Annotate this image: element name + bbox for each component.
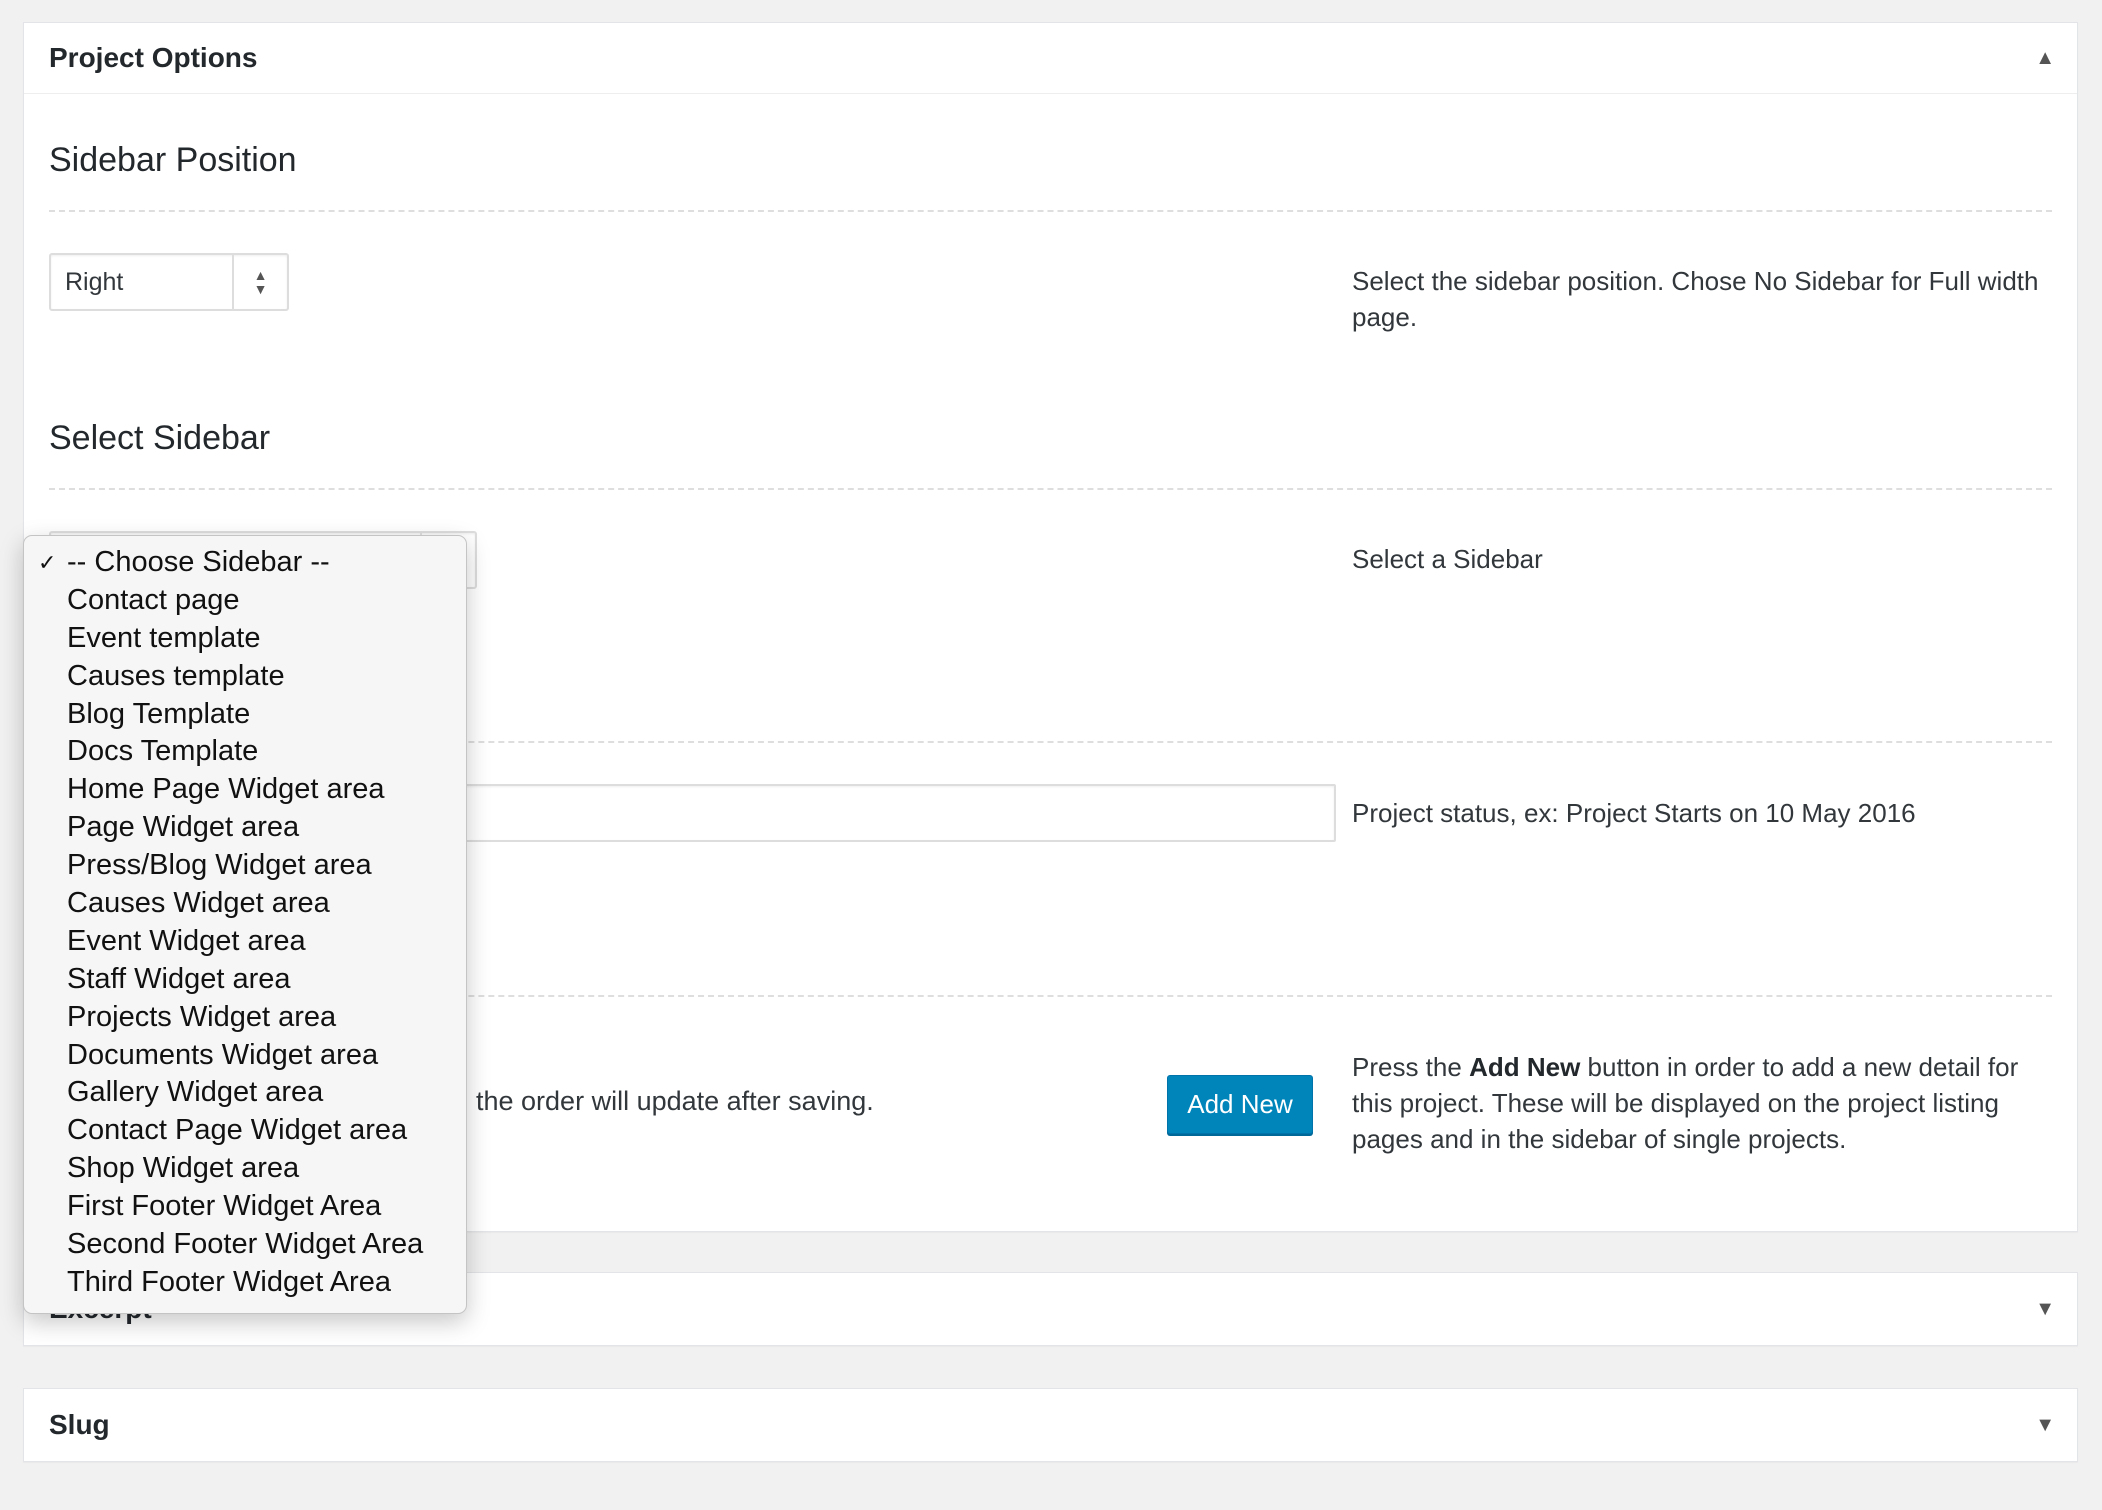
dropdown-option-label: Second Footer Widget Area (67, 1228, 424, 1261)
sidebar-position-heading: Sidebar Position (49, 141, 297, 179)
dropdown-option[interactable]: Gallery Widget area (24, 1074, 466, 1112)
divider (49, 210, 2052, 212)
select-sidebar-heading: Select Sidebar (49, 419, 271, 457)
collapse-arrow-icon[interactable]: ▲ (2035, 23, 2055, 93)
dropdown-option-label: Press/Blog Widget area (67, 849, 372, 882)
dropdown-option-label: First Footer Widget Area (67, 1190, 382, 1223)
dropdown-option[interactable]: Contact page (24, 582, 466, 620)
add-new-button[interactable]: Add New (1167, 1075, 1313, 1134)
dropdown-option[interactable]: ✓ -- Choose Sidebar -- (24, 544, 466, 582)
dropdown-option-label: Contact page (67, 583, 240, 616)
dropdown-option[interactable]: Second Footer Widget Area (24, 1226, 466, 1264)
dropdown-option[interactable]: Causes template (24, 658, 466, 696)
dropdown-option[interactable]: Docs Template (24, 733, 466, 771)
dropdown-option-label: Event Widget area (67, 924, 306, 957)
details-description: Press the Add New button in order to add… (1352, 1049, 2062, 1157)
dropdown-option[interactable]: Documents Widget area (24, 1037, 466, 1075)
dropdown-option[interactable]: Blog Template (24, 696, 466, 734)
dropdown-option-label: Staff Widget area (67, 962, 291, 995)
dropdown-option-label: Third Footer Widget Area (67, 1265, 391, 1298)
divider (49, 488, 2052, 490)
sidebar-position-description: Select the sidebar position. Chose No Si… (1352, 266, 2039, 332)
checkmark-icon: ✓ (38, 550, 57, 575)
dropdown-option-label: Projects Widget area (67, 1000, 337, 1033)
dropdown-option[interactable]: First Footer Widget Area (24, 1188, 466, 1226)
slug-title: Slug (49, 1409, 110, 1440)
order-note: the order will update after saving. (476, 1086, 874, 1116)
expand-arrow-icon[interactable]: ▼ (2035, 1389, 2055, 1461)
dropdown-option[interactable]: Event template (24, 620, 466, 658)
project-status-description: Project status, ex: Project Starts on 10… (1352, 798, 1916, 828)
dropdown-option[interactable]: Home Page Widget area (24, 771, 466, 809)
dropdown-option-label: Shop Widget area (67, 1152, 300, 1185)
dropdown-option[interactable]: Projects Widget area (24, 999, 466, 1037)
select-sidebar-dropdown[interactable]: ✓ -- Choose Sidebar -- Contact page Event… (23, 535, 467, 1314)
dropdown-option-label: Documents Widget area (67, 1038, 379, 1071)
dropdown-option-label: -- Choose Sidebar -- (67, 546, 330, 578)
dropdown-option[interactable]: Contact Page Widget area (24, 1112, 466, 1150)
dropdown-option-label: Event template (67, 621, 261, 654)
dropdown-option[interactable]: Press/Blog Widget area (24, 847, 466, 885)
dropdown-option[interactable]: Causes Widget area (24, 885, 466, 923)
select-sidebar-description: Select a Sidebar (1352, 544, 1543, 574)
dropdown-option-label: Page Widget area (67, 811, 300, 844)
slug-box: Slug ▼ (23, 1388, 2078, 1462)
dropdown-option[interactable]: Staff Widget area (24, 961, 466, 999)
updown-arrows-icon: ▲▼ (232, 255, 287, 309)
dropdown-option-label: Causes template (67, 659, 285, 692)
dropdown-option[interactable]: Third Footer Widget Area (24, 1264, 466, 1302)
dropdown-option-label: Causes Widget area (67, 887, 330, 920)
dropdown-options-list: ✓ -- Choose Sidebar -- Contact page Event… (24, 544, 466, 1302)
dropdown-option-label: Home Page Widget area (67, 773, 385, 806)
dropdown-option-label: Blog Template (67, 697, 251, 730)
details-description-bold: Add New (1469, 1052, 1581, 1082)
dropdown-option-label: Gallery Widget area (67, 1076, 324, 1109)
dropdown-option[interactable]: Page Widget area (24, 809, 466, 847)
sidebar-position-value: Right (65, 268, 124, 296)
dropdown-option-label: Contact Page Widget area (67, 1114, 408, 1147)
dropdown-option[interactable]: Shop Widget area (24, 1150, 466, 1188)
project-options-title: Project Options (49, 42, 258, 73)
expand-arrow-icon[interactable]: ▼ (2035, 1273, 2055, 1345)
sidebar-position-select[interactable]: Right ▲ ▼ (49, 253, 289, 311)
project-options-header[interactable]: Project Options ▲ (24, 23, 2077, 94)
dropdown-option-label: Docs Template (67, 735, 259, 768)
slug-header[interactable]: Slug ▼ (24, 1389, 2077, 1461)
details-description-pre: Press the (1352, 1052, 1470, 1082)
dropdown-option[interactable]: Event Widget area (24, 923, 466, 961)
